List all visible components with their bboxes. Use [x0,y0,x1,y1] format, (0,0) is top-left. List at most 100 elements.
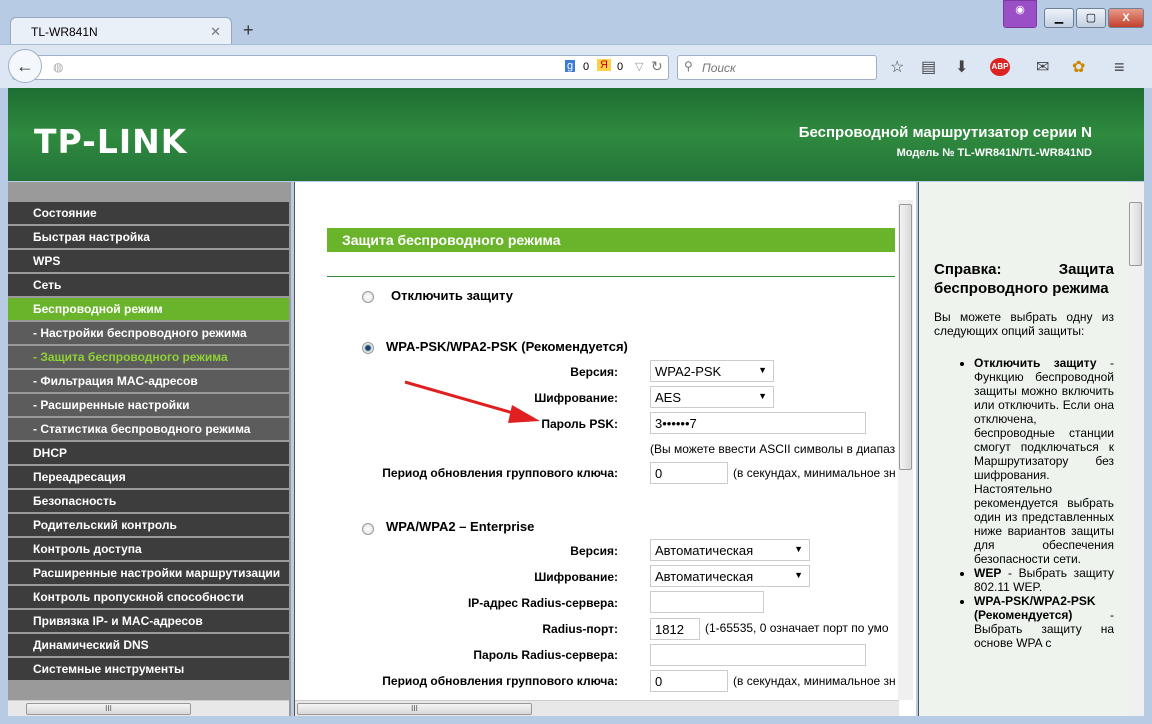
psk-version-select[interactable]: WPA2-PSK ▼ [650,360,774,382]
main-hscrollbar[interactable]: III [295,700,899,716]
dropdown-icon[interactable]: ▽ [635,60,643,73]
sidebar-item[interactable]: Беспроводной режим [8,298,289,322]
bookmarks-list-icon[interactable]: ▤ [921,57,936,77]
minimize-button[interactable]: ▁ [1044,8,1074,28]
ent-version-label: Версия: [570,544,618,558]
back-button[interactable]: ← [8,49,42,83]
ent-version-select[interactable]: Автоматическая ▼ [650,539,810,561]
google-pr-icon: g [565,60,576,72]
ent-period-note: (в секундах, минимальное зн [733,674,896,688]
address-bar[interactable]: ◍ g 0 Я 0 ▽ ↻ [12,55,669,80]
bookmark-star-icon[interactable]: ☆ [890,57,904,77]
psk-password-label: Пароль PSK: [541,417,618,431]
sidebar-item[interactable]: Контроль доступа [8,538,289,562]
divider [327,276,895,277]
help-panel: Справка: Защита беспроводного режима Вы … [918,182,1144,716]
chevron-down-icon: ▼ [794,570,803,580]
radio-enterprise[interactable] [362,523,374,535]
yandex-icon: Я [597,59,611,71]
new-tab-button[interactable]: + [243,20,254,41]
sidebar-item[interactable]: - Настройки беспроводного режима [8,322,289,346]
option-psk-label: WPA-PSK/WPA2-PSK (Рекомендуется) [386,339,628,354]
tic-count: 0 [617,61,624,73]
browser-tab[interactable]: TL-WR841N ✕ [10,17,232,44]
sidebar-menu: Состояние Быстрая настройка WPS Сеть Беспров… [8,202,289,682]
close-window-button[interactable]: X [1108,8,1144,28]
radius-password-label: Пароль Radius-сервера: [473,648,618,662]
adblock-icon[interactable]: ABP [990,58,1010,76]
sidebar-item[interactable]: Сеть [8,274,289,298]
psk-period-label: Период обновления группового ключа: [382,466,618,480]
psk-password-note: (Вы можете ввести ASCII символы в диапаз [650,442,896,456]
sidebar-item[interactable]: - Защита беспроводного режима [8,346,289,370]
navigation-toolbar: ◍ g 0 Я 0 ▽ ↻ ← ⚲ Поиск ☆ ▤ ⬇ ABP ✉ ✿ ≡ [0,44,1152,88]
radio-wpa-psk[interactable] [362,342,374,354]
sidebar-item[interactable]: Привязка IP- и MAC-адресов [8,610,289,634]
psk-encryption-select[interactable]: AES ▼ [650,386,774,408]
sidebar-item[interactable]: WPS [8,250,289,274]
help-text: - Функцию беспроводной защиты можно вклю… [974,356,1114,566]
header-model: Модель № TL-WR841N/TL-WR841ND [896,147,1092,159]
addon-icon[interactable]: ✿ [1072,57,1085,77]
search-input[interactable]: ⚲ Поиск [677,55,877,80]
sidebar-item[interactable]: Быстрая настройка [8,226,289,250]
header-title: Беспроводной маршрутизатор серии N [798,124,1092,141]
download-icon[interactable]: ⬇ [955,57,968,77]
psk-password-input[interactable]: 3••••••7 [650,412,866,434]
router-header: TP-LINK Беспроводной маршрутизатор серии… [8,88,1144,181]
psk-enc-label: Шифрование: [534,391,618,405]
ent-period-label: Период обновления группового ключа: [382,674,618,688]
ent-enc-label: Шифрование: [534,570,618,584]
red-arrow-annotation [404,380,540,423]
chevron-down-icon: ▼ [794,544,803,554]
ent-period-input[interactable]: 0 [650,670,728,692]
sidebar-item[interactable]: Расширенные настройки маршрутизации [8,562,289,586]
sidebar-item[interactable]: Переадресация [8,466,289,490]
menu-icon[interactable]: ≡ [1114,57,1125,78]
help-intro: Вы можете выбрать одну из следующих опци… [934,310,1114,338]
radius-port-label: Radius-порт: [542,622,618,636]
psk-version-label: Версия: [570,365,618,379]
mail-icon[interactable]: ✉ [1036,57,1049,77]
private-mask-icon: ◉ [1003,0,1037,28]
pr-count: 0 [583,61,590,73]
radius-port-input[interactable]: 1812 [650,618,700,640]
help-item: WEP - Выбрать защиту 802.11 WEP. [974,566,1114,594]
main-vscrollbar[interactable] [898,200,913,700]
close-tab-icon[interactable]: ✕ [210,24,221,40]
help-vscrollbar[interactable] [1128,182,1144,716]
reload-icon[interactable]: ↻ [651,58,663,75]
radius-ip-input[interactable] [650,591,764,613]
sidebar-item[interactable]: Родительский контроль [8,514,289,538]
option-enterprise-label: WPA/WPA2 – Enterprise [386,519,535,534]
sidebar-item[interactable]: Состояние [8,202,289,226]
radius-password-input[interactable] [650,644,866,666]
sidebar-item[interactable]: Безопасность [8,490,289,514]
help-item: Отключить защиту - Функцию беспроводной … [974,356,1114,566]
globe-icon: ◍ [53,60,64,74]
sidebar-item[interactable]: Динамический DNS [8,634,289,658]
sidebar-item[interactable]: - Фильтрация MAC-адресов [8,370,289,394]
sidebar-item[interactable]: Контроль пропускной способности [8,586,289,610]
help-term: Отключить защиту [974,356,1097,370]
option-disable-label: Отключить защиту [391,288,513,303]
radio-disable[interactable] [362,291,374,303]
chevron-down-icon: ▼ [758,365,767,375]
tp-link-logo: TP-LINK [34,122,188,161]
sidebar-hscrollbar[interactable]: III [8,700,289,716]
search-icon: ⚲ [684,59,693,73]
radius-ip-label: IP-адрес Radius-сервера: [467,596,618,610]
help-list: Отключить защиту - Функцию беспроводной … [956,356,1114,650]
psk-period-note: (в секундах, минимальное зн [733,466,896,480]
sidebar-item[interactable]: - Расширенные настройки [8,394,289,418]
maximize-button[interactable]: ▢ [1076,8,1106,28]
search-placeholder: Поиск [702,61,736,75]
radius-port-note: (1-65535, 0 означает порт по умо [705,621,889,635]
sidebar-item[interactable]: DHCP [8,442,289,466]
sidebar-item[interactable]: - Статистика беспроводного режима [8,418,289,442]
help-term: WEP [974,566,1002,580]
main-content: Защита беспроводного режима Отключить за… [294,182,916,716]
psk-period-input[interactable]: 0 [650,462,728,484]
ent-encryption-select[interactable]: Автоматическая ▼ [650,565,810,587]
sidebar-item[interactable]: Системные инструменты [8,658,289,682]
